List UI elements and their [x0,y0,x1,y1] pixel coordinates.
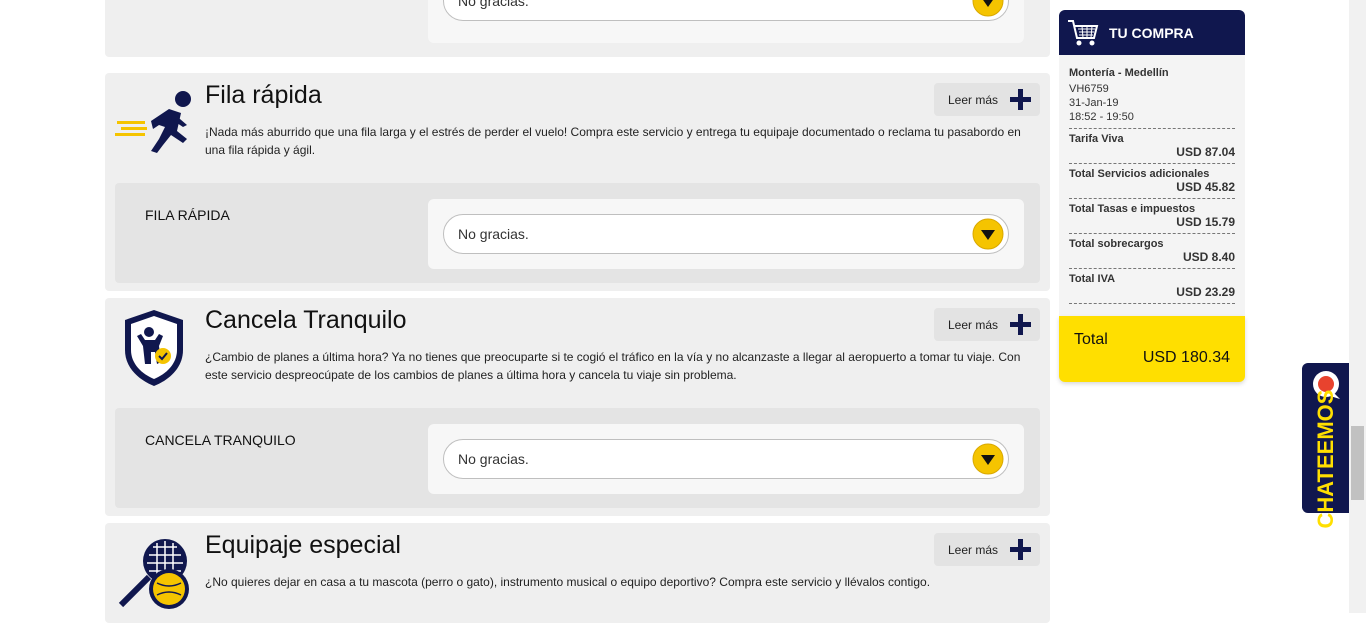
read-more-label: Leer más [948,542,999,557]
shield-person-icon [125,310,183,386]
card-description: ¿Cambio de planes a última hora? Ya no t… [205,350,1021,382]
read-more-label: Leer más [948,92,999,107]
flight-route: Montería - Medellín [1069,67,1169,79]
plus-icon [1010,539,1031,560]
service-card-fila-rapida: Fila rápida ¡Nada más aburrido que una f… [105,73,1050,291]
select-container: No gracias. [428,0,1024,43]
dropdown-arrow-icon [972,218,1004,250]
price-row-label: Total IVA [1069,273,1116,285]
option-label: CANCELA TRANQUILO [145,432,296,448]
select-value: No gracias. [458,0,529,9]
purchase-summary-title: TU COMPRA [1109,25,1194,41]
purchase-summary: TU COMPRA Montería - Medellín VH6759 31-… [1059,10,1245,382]
plus-icon [1010,89,1031,110]
card-title: Cancela Tranquilo [205,306,407,334]
read-more-button[interactable]: Leer más [934,83,1040,116]
plus-icon [1010,314,1031,335]
flight-number: VH6759 [1069,83,1109,95]
shopping-cart-icon [1068,20,1099,46]
card-description: ¿No quieres dejar en casa a tu mascota (… [205,575,931,589]
service-select[interactable]: No gracias. [443,0,1009,21]
total-value: USD 180.34 [1142,349,1230,366]
select-container: No gracias. [428,424,1024,494]
price-row-label: Total Tasas e impuestos [1069,203,1196,215]
divider [1069,303,1235,304]
service-card-previous: No gracias. [105,0,1050,57]
purchase-summary-header: TU COMPRA [1059,10,1245,55]
read-more-label: Leer más [948,317,999,332]
service-select[interactable]: No gracias. [443,439,1009,479]
service-card-equipaje-especial: Equipaje especial ¿No quieres dejar en c… [105,523,1050,623]
select-value: No gracias. [458,451,529,467]
card-title: Equipaje especial [205,531,401,559]
option-panel: FILA RÁPIDA No gracias. [115,183,1040,283]
dropdown-arrow-icon [972,0,1004,17]
select-container: No gracias. [428,199,1024,269]
option-label: FILA RÁPIDA [145,207,230,223]
divider [1069,198,1235,199]
divider [1069,268,1235,269]
price-row-value: USD 15.79 [1176,215,1235,229]
total-box: Total USD 180.34 [1059,316,1245,382]
scrollbar-thumb[interactable] [1351,426,1364,500]
divider [1069,233,1235,234]
price-row-label: Tarifa Viva [1069,133,1124,145]
racket-ball-icon [118,539,189,609]
price-row-value: USD 23.29 [1176,285,1235,299]
price-row-value: USD 8.40 [1182,250,1235,264]
read-more-button[interactable]: Leer más [934,533,1040,566]
price-row-label: Total sobrecargos [1069,238,1164,250]
card-description: ¡Nada más aburrido que una fila larga y … [205,125,1021,157]
chat-button[interactable]: CHATEEMOS [1302,363,1350,528]
flight-date: 31-Jan-19 [1069,97,1119,109]
divider [1069,163,1235,164]
dropdown-arrow-icon [972,443,1004,475]
option-panel: CANCELA TRANQUILO No gracias. [115,408,1040,508]
total-label: Total [1074,331,1108,348]
service-select[interactable]: No gracias. [443,214,1009,254]
price-row-value: USD 87.04 [1176,145,1235,159]
purchase-summary-body: Montería - Medellín VH6759 31-Jan-19 18:… [1059,55,1245,316]
select-value: No gracias. [458,226,529,242]
scrollbar-track[interactable] [1349,0,1366,613]
chat-label: CHATEEMOS [1313,389,1338,529]
flight-time: 18:52 - 19:50 [1069,111,1134,123]
divider [1069,128,1235,129]
read-more-button[interactable]: Leer más [934,308,1040,341]
price-row-value: USD 45.82 [1176,180,1235,194]
card-title: Fila rápida [205,81,322,109]
service-card-cancela-tranquilo: Cancela Tranquilo ¿Cambio de planes a úl… [105,298,1050,516]
running-person-icon [115,91,191,153]
price-row-label: Total Servicios adicionales [1069,168,1210,180]
